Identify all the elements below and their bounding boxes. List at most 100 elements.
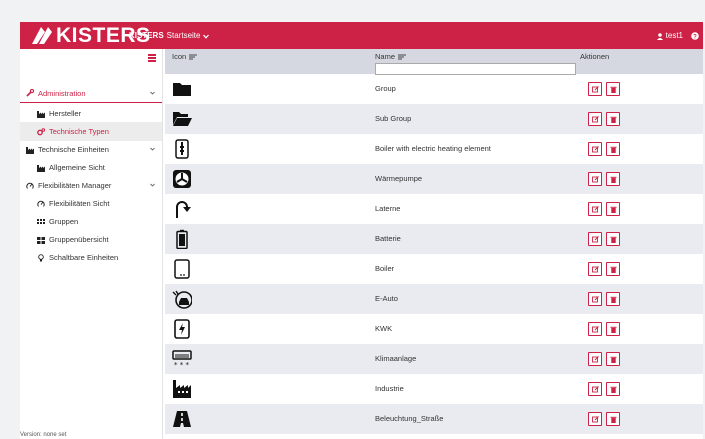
edit-button[interactable] bbox=[588, 262, 602, 276]
delete-button[interactable] bbox=[606, 412, 620, 426]
type-name: Wärmepumpe bbox=[375, 174, 423, 183]
row-actions bbox=[588, 202, 620, 216]
svg-text:?: ? bbox=[693, 34, 697, 40]
edit-button[interactable] bbox=[588, 382, 602, 396]
trash-icon bbox=[610, 386, 616, 393]
edit-button[interactable] bbox=[588, 142, 602, 156]
sort-icon[interactable] bbox=[189, 54, 198, 60]
sidebar: Administration Hersteller Technische Typ… bbox=[20, 49, 163, 439]
sidebar-item-administration[interactable]: Administration bbox=[20, 84, 162, 103]
sidebar-item-label: Schaltbare Einheiten bbox=[49, 253, 119, 262]
delete-button[interactable] bbox=[606, 322, 620, 336]
edit-button[interactable] bbox=[588, 322, 602, 336]
edit-icon bbox=[591, 205, 599, 212]
sidebar-item-technische-typen[interactable]: Technische Typen bbox=[20, 122, 162, 141]
sidebar-item-gruppen[interactable]: Gruppen bbox=[20, 212, 162, 231]
sidebar-item-technische-einheiten[interactable]: Technische Einheiten bbox=[20, 140, 162, 159]
hamburger-menu-icon[interactable] bbox=[148, 54, 156, 62]
sidebar-item-allgemeine-sicht[interactable]: Allgemeine Sicht bbox=[20, 158, 162, 177]
sidebar-item-label: Technische Typen bbox=[49, 127, 109, 136]
delete-button[interactable] bbox=[606, 112, 620, 126]
delete-button[interactable] bbox=[606, 202, 620, 216]
trash-icon bbox=[610, 266, 616, 273]
table-row: Sub Group bbox=[165, 104, 703, 134]
sidebar-item-label: Hersteller bbox=[49, 109, 82, 118]
type-name: Boiler bbox=[375, 264, 395, 273]
delete-button[interactable] bbox=[606, 172, 620, 186]
page-menu[interactable]: KISTERS Startseite bbox=[129, 31, 210, 41]
dial-icon bbox=[37, 200, 45, 207]
table-row: Wärmepumpe bbox=[165, 164, 703, 194]
chevron-down-icon bbox=[150, 183, 155, 187]
types-table: Icon Name Aktionen Group Sub Group Boiler … bbox=[165, 49, 703, 439]
trash-icon bbox=[610, 416, 616, 423]
sidebar-item-flexibilitaeten-manager[interactable]: Flexibilitäten Manager bbox=[20, 176, 162, 195]
user-menu[interactable]: test1 ? bbox=[656, 31, 699, 41]
edit-button[interactable] bbox=[588, 82, 602, 96]
edit-button[interactable] bbox=[588, 292, 602, 306]
user-name: test1 bbox=[665, 31, 683, 40]
gears-icon bbox=[37, 127, 45, 135]
help-icon[interactable]: ? bbox=[691, 32, 699, 40]
table-row: Boiler with electric heating element bbox=[165, 134, 703, 164]
edit-icon bbox=[591, 235, 599, 242]
edit-button[interactable] bbox=[588, 202, 602, 216]
air-conditioner-icon: * * * bbox=[172, 350, 192, 369]
row-actions bbox=[588, 412, 620, 426]
column-header-name[interactable]: Name bbox=[375, 52, 407, 61]
row-actions bbox=[588, 382, 620, 396]
row-actions bbox=[588, 262, 620, 276]
sidebar-item-schaltbare-einheiten[interactable]: Schaltbare Einheiten bbox=[20, 248, 162, 267]
delete-button[interactable] bbox=[606, 292, 620, 306]
delete-button[interactable] bbox=[606, 142, 620, 156]
factory-icon bbox=[26, 146, 34, 154]
sidebar-item-hersteller[interactable]: Hersteller bbox=[20, 104, 162, 123]
boiler-heating-element-icon bbox=[175, 139, 189, 159]
trash-icon bbox=[610, 206, 616, 213]
type-name: Group bbox=[375, 84, 396, 93]
row-actions bbox=[588, 172, 620, 186]
type-name: Laterne bbox=[375, 204, 401, 213]
edit-button[interactable] bbox=[588, 352, 602, 366]
delete-button[interactable] bbox=[606, 232, 620, 246]
sidebar-item-gruppenuebersicht[interactable]: Gruppenübersicht bbox=[20, 230, 162, 249]
sidebar-item-flexibilitaeten-sicht[interactable]: Flexibilitäten Sicht bbox=[20, 194, 162, 213]
edit-button[interactable] bbox=[588, 232, 602, 246]
trash-icon bbox=[610, 116, 616, 123]
table-row: * * * Klimaanlage bbox=[165, 344, 703, 374]
boiler-icon bbox=[174, 259, 190, 279]
edit-icon bbox=[591, 415, 599, 422]
edit-icon bbox=[591, 115, 599, 122]
column-header-icon[interactable]: Icon bbox=[172, 52, 198, 61]
sidebar-item-label: Flexibilitäten Manager bbox=[38, 181, 112, 190]
type-name: Boiler with electric heating element bbox=[375, 144, 491, 153]
edit-button[interactable] bbox=[588, 412, 602, 426]
trash-icon bbox=[610, 86, 616, 93]
trash-icon bbox=[610, 146, 616, 153]
sort-icon[interactable] bbox=[398, 54, 407, 60]
page-menu-label: Startseite bbox=[166, 31, 201, 40]
heat-pump-icon bbox=[173, 170, 191, 188]
delete-button[interactable] bbox=[606, 262, 620, 276]
sidebar-item-label: Technische Einheiten bbox=[38, 145, 109, 154]
table-header: Icon Name Aktionen bbox=[165, 49, 703, 75]
brand-label: KISTERS bbox=[129, 31, 164, 40]
delete-button[interactable] bbox=[606, 82, 620, 96]
delete-button[interactable] bbox=[606, 382, 620, 396]
table-row: Boiler bbox=[165, 254, 703, 284]
logo-mark-icon bbox=[32, 27, 52, 44]
sidebar-item-label: Administration bbox=[38, 88, 86, 98]
edit-button[interactable] bbox=[588, 172, 602, 186]
table-row: Batterie bbox=[165, 224, 703, 254]
chevron-down-icon bbox=[203, 34, 210, 39]
trash-icon bbox=[610, 326, 616, 333]
edit-icon bbox=[591, 265, 599, 272]
trash-icon bbox=[610, 176, 616, 183]
delete-button[interactable] bbox=[606, 352, 620, 366]
grid-icon bbox=[37, 218, 45, 224]
sidebar-item-label: Allgemeine Sicht bbox=[49, 163, 105, 172]
type-name: Beleuchtung_Straße bbox=[375, 414, 444, 423]
edit-button[interactable] bbox=[588, 112, 602, 126]
sidebar-item-label: Flexibilitäten Sicht bbox=[49, 199, 110, 208]
electric-car-icon bbox=[172, 290, 192, 309]
